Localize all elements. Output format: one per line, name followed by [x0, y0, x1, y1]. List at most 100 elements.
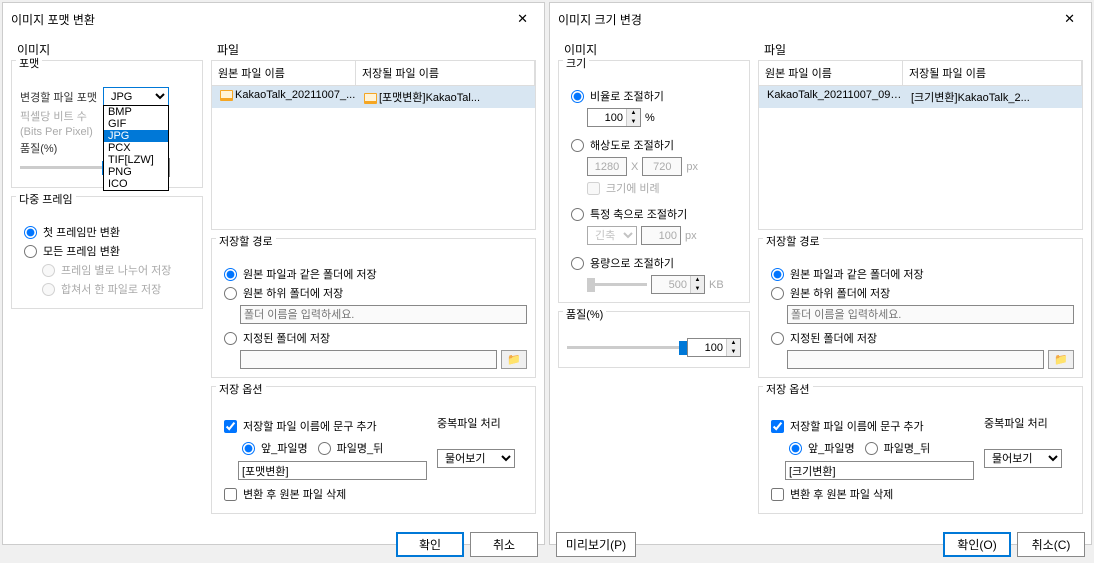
format-opt-tif[interactable]: TIF[LZW]: [104, 154, 168, 166]
save-path-title: 저장할 경로: [763, 233, 823, 249]
file-row[interactable]: KakaoTalk_20211007_094... [크기변환]KakaoTal…: [759, 86, 1082, 108]
prefix-radio[interactable]: [242, 442, 255, 455]
spin-up-icon[interactable]: ▲: [726, 339, 740, 348]
by-ratio-label: 비율로 조절하기: [590, 88, 664, 104]
format-select[interactable]: JPG: [103, 87, 169, 106]
append-text-check[interactable]: [224, 420, 237, 433]
sub-folder-radio[interactable]: [771, 287, 784, 300]
titlebar: 이미지 크기 변경 ✕: [550, 3, 1091, 35]
split-save-label: 프레임 별로 나누어 저장: [61, 262, 171, 278]
quality-group: 품질(%) ▲▼: [558, 311, 750, 368]
format-opt-gif[interactable]: GIF: [104, 118, 168, 130]
merge-save-label: 합쳐서 한 파일로 저장: [61, 281, 161, 297]
col-dst[interactable]: 저장될 파일 이름: [356, 61, 535, 85]
quality-slider[interactable]: [20, 166, 110, 169]
ok-button[interactable]: 확인(O): [943, 532, 1011, 557]
folder-icon: 📁: [1054, 353, 1068, 366]
same-folder-label: 원본 파일과 같은 폴더에 저장: [243, 266, 377, 282]
file-list[interactable]: 원본 파일 이름 저장될 파일 이름 KakaoTalk_20211007_..…: [211, 60, 536, 230]
preview-button[interactable]: 미리보기(P): [556, 532, 636, 557]
custom-folder-radio[interactable]: [224, 332, 237, 345]
format-opt-png[interactable]: PNG: [104, 166, 168, 178]
sub-folder-radio[interactable]: [224, 287, 237, 300]
by-size-radio[interactable]: [571, 257, 584, 270]
cancel-button[interactable]: 취소: [470, 532, 538, 557]
spin-down-icon[interactable]: ▼: [626, 118, 640, 127]
close-icon[interactable]: ✕: [1056, 9, 1083, 29]
quality-input[interactable]: [688, 339, 726, 356]
by-resolution-radio[interactable]: [571, 139, 584, 152]
sub-folder-input: [240, 305, 527, 324]
spin-up-icon[interactable]: ▲: [626, 109, 640, 118]
by-axis-radio[interactable]: [571, 208, 584, 221]
append-text-label: 저장할 파일 이름에 문구 추가: [243, 418, 377, 434]
suffix-radio[interactable]: [865, 442, 878, 455]
sub-folder-label: 원본 하위 폴더에 저장: [790, 285, 890, 301]
size-group: 크기 비율로 조절하기 ▲▼ % 해상도로 조절하기 X px 크기에 비례 특…: [558, 60, 750, 303]
by-axis-label: 특정 축으로 조절하기: [590, 206, 687, 222]
format-opt-pcx[interactable]: PCX: [104, 142, 168, 154]
spin-down-icon[interactable]: ▼: [726, 348, 740, 357]
suffix-label: 파일명_뒤: [884, 440, 931, 456]
ok-button[interactable]: 확인: [396, 532, 464, 557]
res-w-input: [587, 157, 627, 176]
cancel-button[interactable]: 취소(C): [1017, 532, 1085, 557]
save-option-group: 저장 옵션 저장할 파일 이름에 문구 추가 앞_파일명 파일명_뒤 중복파일 …: [211, 386, 536, 514]
footer: 미리보기(P) 확인(O) 취소(C): [550, 526, 1091, 563]
by-ratio-radio[interactable]: [571, 90, 584, 103]
save-path-group: 저장할 경로 원본 파일과 같은 폴더에 저장 원본 하위 폴더에 저장 지정된…: [211, 238, 536, 378]
format-dropdown[interactable]: BMP GIF JPG PCX TIF[LZW] PNG ICO: [103, 105, 169, 191]
file-list[interactable]: 원본 파일 이름 저장될 파일 이름 KakaoTalk_20211007_09…: [758, 60, 1083, 230]
ratio-spinbox[interactable]: ▲▼: [587, 108, 641, 127]
format-opt-jpg[interactable]: JPG: [104, 130, 168, 142]
size-kb-spinbox: ▲▼: [651, 275, 705, 294]
close-icon[interactable]: ✕: [509, 9, 536, 29]
first-frame-radio[interactable]: [24, 226, 37, 239]
dst-filename: [크기변환]KakaoTalk_2...: [911, 92, 1030, 104]
merge-save-radio: [42, 283, 55, 296]
suffix-label: 파일명_뒤: [337, 440, 384, 456]
dup-select[interactable]: 물어보기: [437, 449, 515, 468]
col-src[interactable]: 원본 파일 이름: [212, 61, 356, 85]
all-frames-radio[interactable]: [24, 245, 37, 258]
all-frames-label: 모든 프레임 변환: [43, 243, 120, 259]
size-kb-input: [652, 276, 690, 293]
custom-folder-radio[interactable]: [771, 332, 784, 345]
x-label: X: [631, 161, 638, 173]
quality-label: 품질(%): [20, 140, 57, 156]
same-folder-radio[interactable]: [224, 268, 237, 281]
res-unit: px: [686, 161, 698, 173]
col-dst[interactable]: 저장될 파일 이름: [903, 61, 1082, 85]
prefix-radio[interactable]: [789, 442, 802, 455]
append-text-label: 저장할 파일 이름에 문구 추가: [790, 418, 924, 434]
prefix-label: 앞_파일명: [261, 440, 308, 456]
delete-after-check[interactable]: [771, 488, 784, 501]
ratio-input[interactable]: [588, 109, 626, 126]
folder-icon: 📁: [507, 353, 521, 366]
dup-select[interactable]: 물어보기: [984, 449, 1062, 468]
spin-up-icon: ▲: [690, 276, 704, 285]
quality-spinbox[interactable]: ▲▼: [687, 338, 741, 357]
save-path-group: 저장할 경로 원본 파일과 같은 폴더에 저장 원본 하위 폴더에 저장 지정된…: [758, 238, 1083, 378]
append-value-input[interactable]: [238, 461, 427, 480]
append-value-input[interactable]: [785, 461, 974, 480]
same-folder-radio[interactable]: [771, 268, 784, 281]
sub-folder-label: 원본 하위 폴더에 저장: [243, 285, 343, 301]
keep-ratio-check: [587, 182, 600, 195]
dup-label: 중복파일 처리: [984, 415, 1074, 431]
quality-slider[interactable]: [567, 346, 681, 349]
multiframe-title: 다중 프레임: [16, 191, 76, 207]
file-header: 원본 파일 이름 저장될 파일 이름: [212, 61, 535, 86]
bpp-label1: 픽셀당 비트 수: [20, 108, 87, 124]
format-opt-ico[interactable]: ICO: [104, 178, 168, 190]
append-text-check[interactable]: [771, 420, 784, 433]
col-src[interactable]: 원본 파일 이름: [759, 61, 903, 85]
format-combo[interactable]: JPG BMP GIF JPG PCX TIF[LZW] PNG ICO: [103, 87, 169, 106]
size-unit: KB: [709, 279, 724, 291]
file-row[interactable]: KakaoTalk_20211007_... [포맷변환]KakaoTal...: [212, 86, 535, 108]
delete-after-check[interactable]: [224, 488, 237, 501]
format-opt-bmp[interactable]: BMP: [104, 106, 168, 118]
resize-dialog: 이미지 크기 변경 ✕ 이미지 크기 비율로 조절하기 ▲▼ % 해상도로 조절…: [549, 2, 1092, 545]
suffix-radio[interactable]: [318, 442, 331, 455]
change-format-label: 변경할 파일 포맷: [20, 89, 97, 105]
